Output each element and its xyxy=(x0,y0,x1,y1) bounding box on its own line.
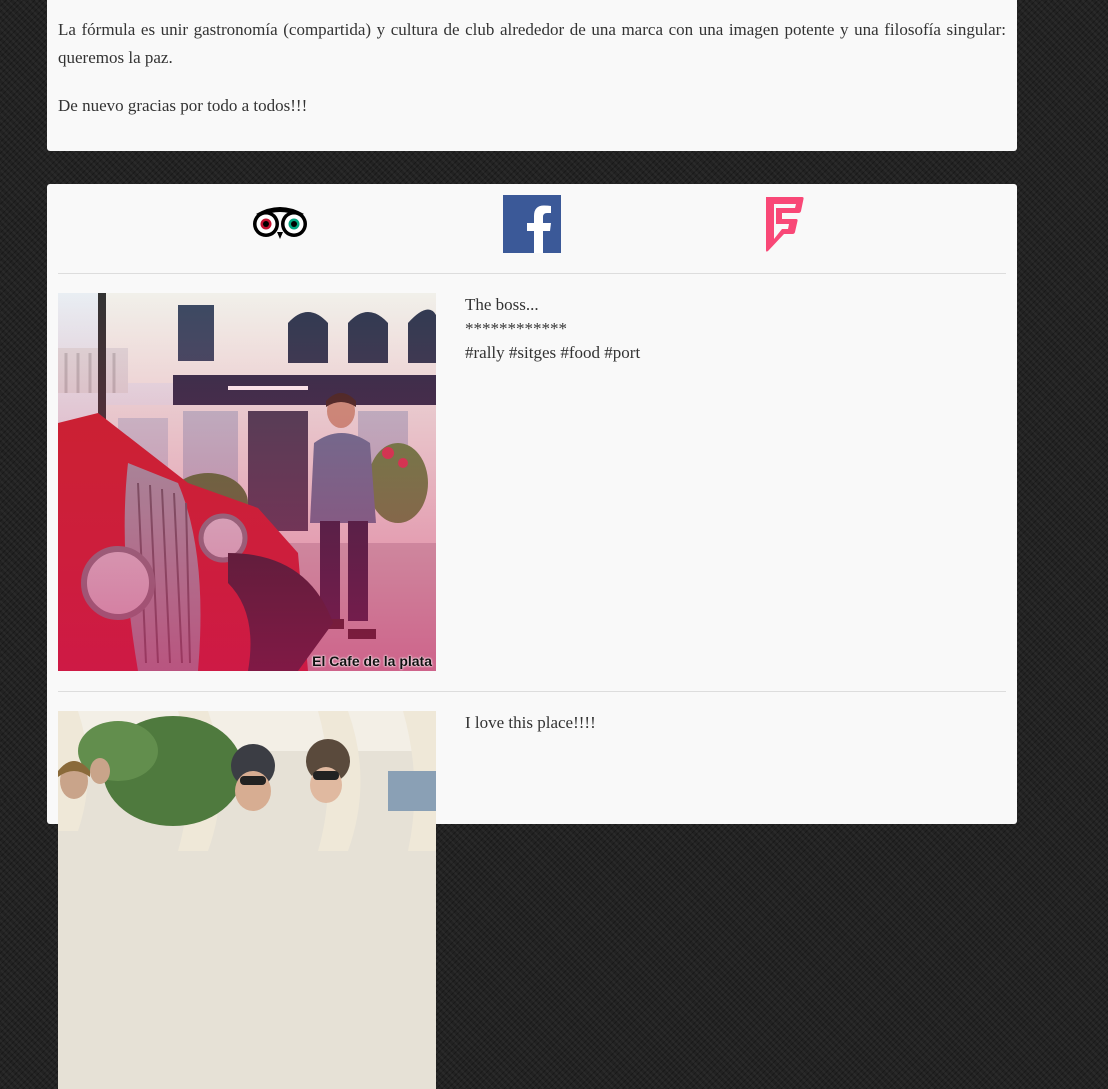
post-caption-line: I love this place!!!! xyxy=(465,713,596,732)
post-caption: I love this place!!!! xyxy=(465,711,995,735)
post-photo[interactable] xyxy=(58,711,436,1089)
intro-panel: La fórmula es unir gastronomía (comparti… xyxy=(47,0,1017,151)
social-icons-row xyxy=(58,184,1006,274)
facebook-icon[interactable] xyxy=(503,195,561,253)
post-hashtags[interactable]: #rally #sitges #food #port xyxy=(465,341,995,365)
feed-post: I love this place!!!! xyxy=(58,692,1006,1089)
intro-paragraph-1: La fórmula es unir gastronomía (comparti… xyxy=(58,20,1006,67)
foursquare-icon[interactable] xyxy=(762,195,806,253)
social-feed-panel: El Cafe de la plata The boss... ********… xyxy=(47,184,1017,1089)
tripadvisor-icon[interactable] xyxy=(250,202,310,242)
post-caption-line: ************ xyxy=(465,319,567,338)
post-caption: The boss... ************ #rally #sitges … xyxy=(465,293,995,365)
post-photo[interactable]: El Cafe de la plata xyxy=(58,293,436,671)
photo-caption: El Cafe de la plata xyxy=(312,653,432,669)
feed-post: El Cafe de la plata The boss... ********… xyxy=(58,274,1006,692)
intro-paragraph-2: De nuevo gracias por todo a todos!!! xyxy=(58,96,308,115)
post-caption-line: The boss... xyxy=(465,295,539,314)
